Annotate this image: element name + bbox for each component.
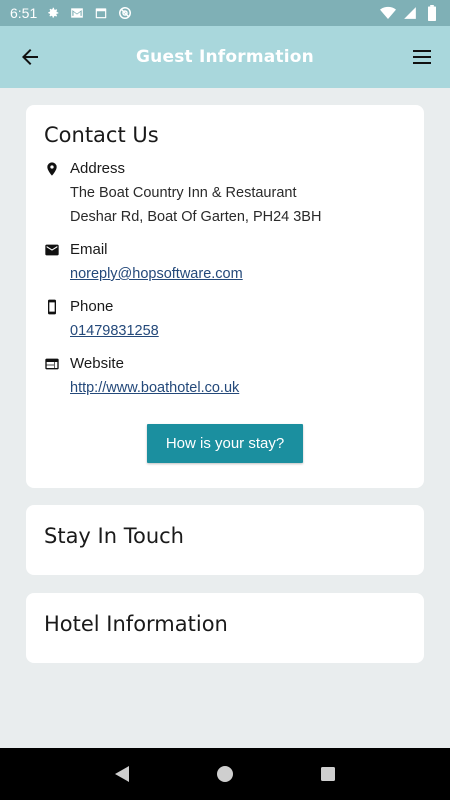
website-row: Website http://www.boathotel.co.uk <box>44 355 239 400</box>
home-circle-icon <box>216 766 233 782</box>
battery-icon <box>424 5 440 21</box>
email-label: Email <box>70 241 108 258</box>
stay-in-touch-card[interactable]: Stay In Touch <box>26 505 424 575</box>
wifi-icon <box>380 5 396 21</box>
calendar-icon <box>93 5 109 21</box>
app-bar: Guest Information <box>0 26 450 88</box>
email-row: Email noreply@hopsoftware.com <box>44 241 243 286</box>
nav-back-button[interactable] <box>112 764 132 784</box>
status-right <box>380 5 440 21</box>
menu-button[interactable] <box>410 45 434 69</box>
recents-square-icon <box>321 767 336 781</box>
nav-home-button[interactable] <box>215 764 235 784</box>
phone-link[interactable]: 01479831258 <box>70 319 159 343</box>
stay-in-touch-title: Stay In Touch <box>44 524 184 548</box>
location-pin-icon <box>47 162 57 176</box>
how-is-your-stay-button[interactable]: How is your stay? <box>147 424 303 463</box>
address-row: Address The Boat Country Inn & Restauran… <box>44 160 321 229</box>
at-sign-icon <box>117 5 133 21</box>
signal-icon <box>402 5 418 21</box>
status-left: 6:51 <box>10 5 133 21</box>
hotel-information-title: Hotel Information <box>44 612 228 636</box>
gmail-icon <box>69 5 85 21</box>
arrow-left-icon <box>22 49 38 65</box>
nav-recents-button[interactable] <box>318 764 338 784</box>
back-triangle-icon <box>114 766 129 782</box>
phone-icon <box>48 299 56 315</box>
page-title: Guest Information <box>136 47 314 67</box>
address-label: Address <box>70 160 126 177</box>
address-line-2: Deshar Rd, Boat Of Garten, PH24 3BH <box>70 209 322 225</box>
website-label: Website <box>70 355 124 372</box>
phone-label: Phone <box>70 298 114 315</box>
phone-row: Phone 01479831258 <box>44 298 159 343</box>
address-line-1: The Boat Country Inn & Restaurant <box>70 185 297 201</box>
system-nav-bar <box>0 748 450 800</box>
hamburger-menu-icon <box>413 50 431 64</box>
back-button[interactable] <box>18 45 42 69</box>
gear-icon <box>45 5 61 21</box>
envelope-icon <box>45 244 59 256</box>
hotel-information-card[interactable]: Hotel Information <box>26 593 424 663</box>
contact-card: Contact Us Address The Boat Country Inn … <box>26 105 424 488</box>
status-time: 6:51 <box>10 5 38 21</box>
status-bar: 6:51 <box>0 0 450 26</box>
contact-title: Contact Us <box>44 123 159 147</box>
browser-window-icon <box>45 358 59 370</box>
website-link[interactable]: http://www.boathotel.co.uk <box>70 376 239 400</box>
email-link[interactable]: noreply@hopsoftware.com <box>70 262 243 286</box>
